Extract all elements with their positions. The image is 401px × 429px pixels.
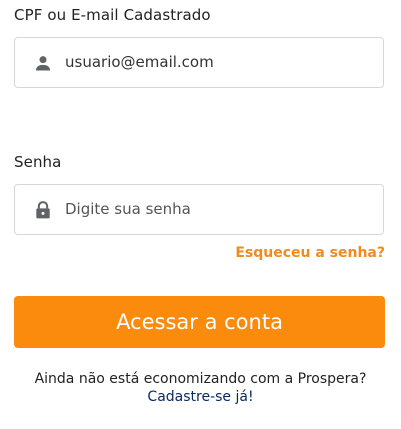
email-field-label: CPF ou E-mail Cadastrado: [14, 6, 211, 24]
email-input[interactable]: [65, 38, 375, 87]
login-button[interactable]: Acessar a conta: [14, 296, 385, 348]
password-input[interactable]: [65, 185, 375, 234]
signup-link[interactable]: Cadastre-se já!: [147, 389, 253, 405]
login-form: CPF ou E-mail Cadastrado Senha Esqueceu …: [0, 0, 401, 429]
password-field[interactable]: [14, 184, 384, 235]
forgot-password-link[interactable]: Esqueceu a senha?: [235, 245, 385, 261]
password-field-label: Senha: [14, 153, 62, 171]
signup-link-row: Cadastre-se já!: [0, 389, 401, 405]
email-field[interactable]: [14, 37, 384, 88]
lock-icon: [36, 201, 50, 219]
user-icon: [35, 56, 51, 71]
signup-prompt: Ainda não está economizando com a Prospe…: [34, 371, 367, 387]
